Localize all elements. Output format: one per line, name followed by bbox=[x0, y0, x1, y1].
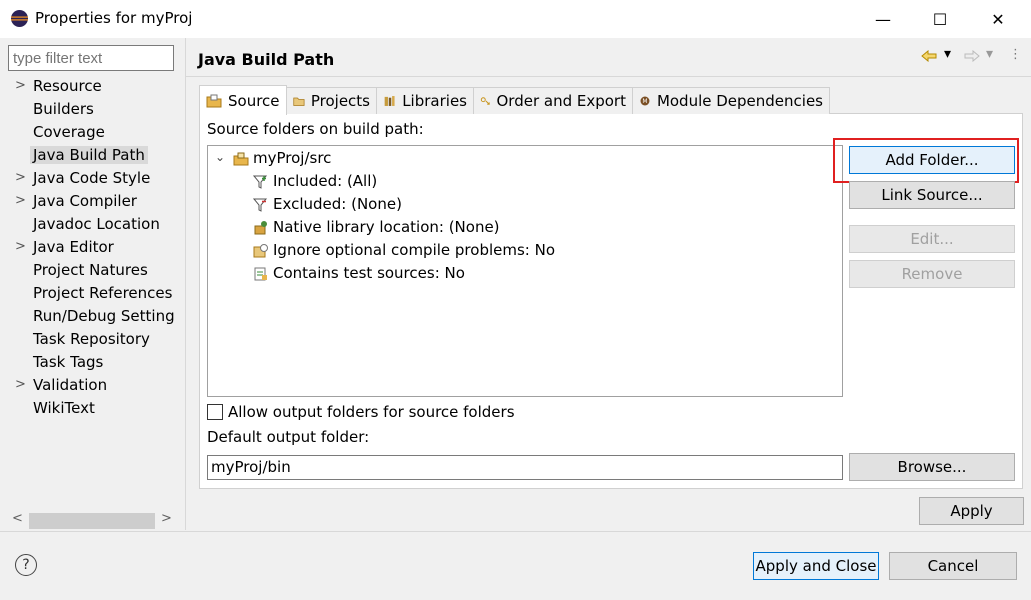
svg-text:M: M bbox=[642, 98, 647, 105]
default-output-field[interactable]: myProj/bin bbox=[207, 455, 843, 480]
tab-projects[interactable]: Projects bbox=[286, 87, 377, 114]
tree-item[interactable]: Run/Debug Setting bbox=[0, 306, 185, 329]
chevron-right-icon[interactable]: > bbox=[15, 170, 26, 185]
chevron-down-icon[interactable]: ⌄ bbox=[215, 150, 225, 164]
maximize-button[interactable]: ☐ bbox=[917, 0, 963, 38]
forward-arrow-icon[interactable] bbox=[964, 50, 980, 62]
chevron-right-icon[interactable]: > bbox=[15, 377, 26, 392]
tab-order-and-export[interactable]: Order and Export bbox=[473, 87, 633, 114]
libraries-icon bbox=[384, 96, 395, 106]
tree-item-label: Builders bbox=[33, 100, 94, 118]
highlight-annotation bbox=[833, 138, 1019, 183]
tree-item[interactable]: Project Natures bbox=[0, 260, 185, 283]
back-arrow-icon[interactable] bbox=[921, 50, 937, 62]
tree-item[interactable]: WikiText bbox=[0, 398, 185, 421]
tree-item-label: Project Natures bbox=[33, 261, 148, 279]
filter-input[interactable] bbox=[8, 45, 174, 71]
tab-libraries[interactable]: Libraries bbox=[376, 87, 474, 114]
remove-button[interactable]: Remove bbox=[849, 260, 1015, 288]
allow-output-checkbox[interactable] bbox=[207, 404, 223, 420]
tree-item-label: Task Repository bbox=[33, 330, 150, 348]
chevron-right-icon[interactable]: > bbox=[15, 78, 26, 93]
tab-label: Projects bbox=[310, 92, 370, 110]
footer-separator bbox=[0, 531, 1031, 532]
package-folder-icon bbox=[233, 152, 249, 166]
tree-item[interactable]: Javadoc Location bbox=[0, 214, 185, 237]
tree-item[interactable]: > Resource bbox=[0, 76, 185, 99]
tree-item-label: Task Tags bbox=[33, 353, 104, 371]
source-folders-label: Source folders on build path: bbox=[207, 120, 424, 138]
tree-item-label: Resource bbox=[33, 77, 102, 95]
tab-label: Libraries bbox=[402, 92, 467, 110]
tree-item-label: WikiText bbox=[33, 399, 95, 417]
scroll-left-icon[interactable]: < bbox=[12, 511, 23, 526]
apply-and-close-button[interactable]: Apply and Close bbox=[753, 552, 879, 580]
order-export-icon bbox=[480, 97, 490, 105]
source-folder-tree[interactable]: ⌄ myProj/src Included: (All) Excluded: (… bbox=[207, 145, 843, 397]
filter-included-icon bbox=[253, 175, 268, 189]
default-output-label: Default output folder: bbox=[207, 428, 370, 446]
page-title: Java Build Path bbox=[198, 50, 335, 69]
tree-item[interactable]: > Validation bbox=[0, 375, 185, 398]
tree-item-label: Coverage bbox=[33, 123, 105, 141]
pane-divider[interactable] bbox=[185, 38, 186, 530]
included-label: Included: (All) bbox=[273, 172, 378, 190]
tab-module-dependencies[interactable]: M Module Dependencies bbox=[632, 87, 830, 114]
header-separator bbox=[186, 76, 1031, 77]
tree-item-label: Javadoc Location bbox=[33, 215, 160, 233]
chevron-right-icon[interactable]: > bbox=[15, 193, 26, 208]
tree-item-label: Java Build Path bbox=[30, 146, 148, 164]
source-folder-icon bbox=[206, 94, 222, 107]
apply-button[interactable]: Apply bbox=[919, 497, 1024, 525]
tree-item[interactable]: Builders bbox=[0, 99, 185, 122]
tab-label: Order and Export bbox=[496, 92, 627, 110]
browse-button[interactable]: Browse... bbox=[849, 453, 1015, 481]
tree-item[interactable]: > Java Compiler bbox=[0, 191, 185, 214]
tree-item[interactable]: Task Repository bbox=[0, 329, 185, 352]
tree-item-label: Validation bbox=[33, 376, 108, 394]
close-button[interactable]: ✕ bbox=[975, 0, 1021, 38]
tab-label: Source bbox=[228, 91, 280, 110]
module-icon: M bbox=[640, 96, 650, 106]
cancel-button[interactable]: Cancel bbox=[889, 552, 1017, 580]
minimize-button[interactable]: — bbox=[860, 0, 906, 38]
ignore-problems-icon bbox=[253, 244, 268, 258]
tree-item[interactable]: Coverage bbox=[0, 122, 185, 145]
tree-item[interactable]: > Java Editor bbox=[0, 237, 185, 260]
scroll-right-icon[interactable]: > bbox=[161, 511, 172, 526]
excluded-label: Excluded: (None) bbox=[273, 195, 402, 213]
native-library-label: Native library location: (None) bbox=[273, 218, 500, 236]
eclipse-icon bbox=[11, 10, 28, 27]
forward-dropdown-icon[interactable]: ▾ bbox=[986, 46, 993, 62]
tree-item-label: Java Compiler bbox=[33, 192, 137, 210]
edit-button[interactable]: Edit... bbox=[849, 225, 1015, 253]
native-library-icon bbox=[254, 221, 267, 235]
projects-icon bbox=[293, 97, 305, 106]
chevron-right-icon[interactable]: > bbox=[15, 239, 26, 254]
test-sources-icon bbox=[254, 267, 267, 281]
window-title: Properties for myProj bbox=[35, 9, 193, 27]
view-menu-icon[interactable]: ⋮ bbox=[1009, 47, 1022, 62]
filter-excluded-icon bbox=[253, 198, 268, 212]
tree-item-label: Java Editor bbox=[33, 238, 114, 256]
tree-item[interactable]: Java Build Path bbox=[0, 145, 185, 168]
source-root-label: myProj/src bbox=[253, 149, 332, 167]
horizontal-scrollbar[interactable]: < > bbox=[8, 511, 175, 530]
link-source-button[interactable]: Link Source... bbox=[849, 181, 1015, 209]
tree-item[interactable]: Project References bbox=[0, 283, 185, 306]
allow-output-label: Allow output folders for source folders bbox=[228, 403, 515, 421]
tree-item-label: Run/Debug Setting bbox=[33, 307, 175, 325]
back-dropdown-icon[interactable]: ▾ bbox=[944, 46, 951, 62]
tab-label: Module Dependencies bbox=[656, 92, 823, 110]
test-sources-label: Contains test sources: No bbox=[273, 264, 465, 282]
tree-item[interactable]: Task Tags bbox=[0, 352, 185, 375]
tree-item-label: Project References bbox=[33, 284, 173, 302]
scrollbar-thumb[interactable] bbox=[29, 513, 155, 529]
tab-source[interactable]: Source bbox=[199, 85, 287, 115]
tree-item-label: Java Code Style bbox=[33, 169, 151, 187]
tree-item[interactable]: > Java Code Style bbox=[0, 168, 185, 191]
help-icon[interactable]: ? bbox=[15, 554, 37, 576]
ignore-problems-label: Ignore optional compile problems: No bbox=[273, 241, 556, 259]
